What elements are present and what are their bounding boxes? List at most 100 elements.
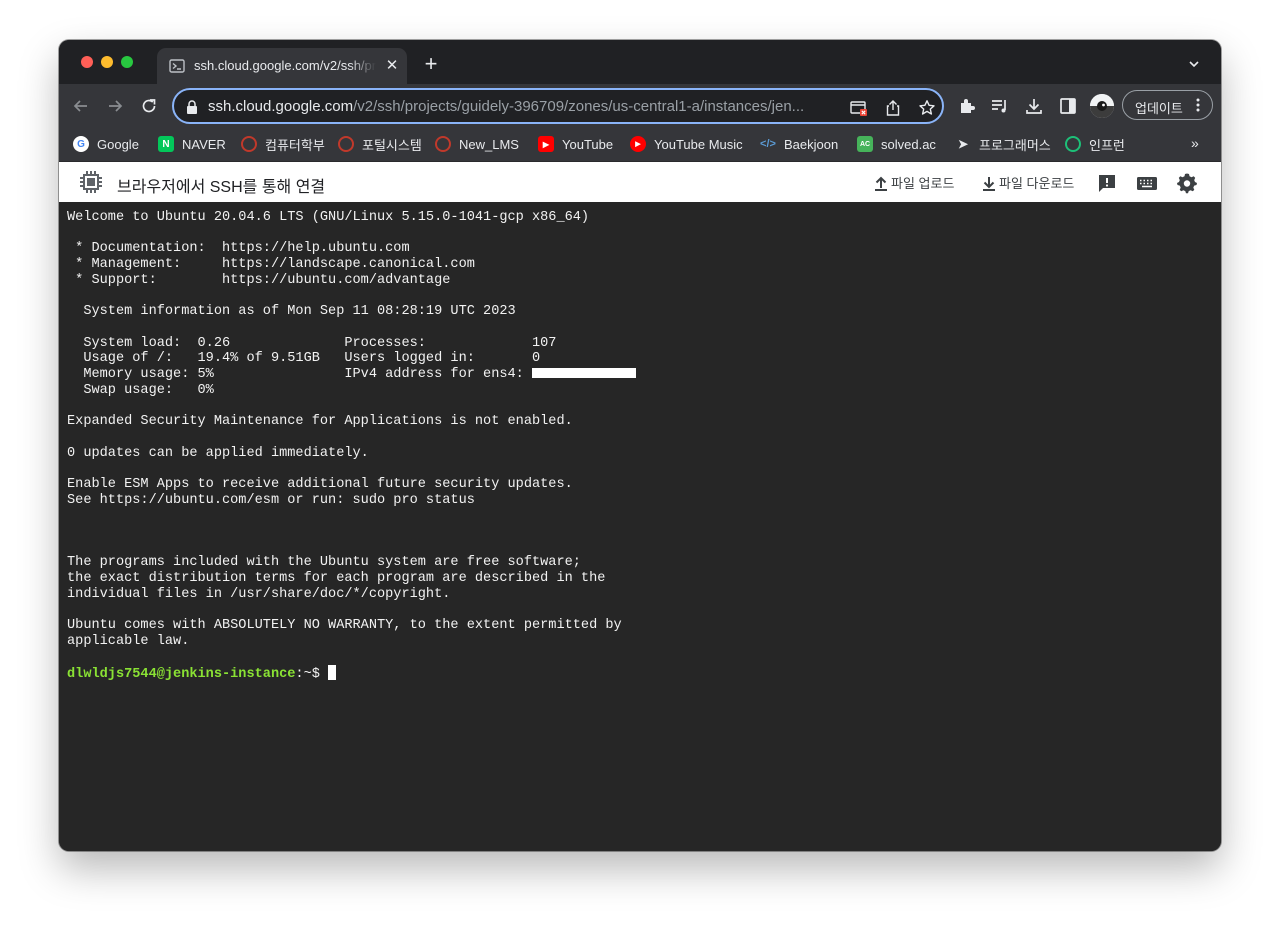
bookmark-label: YouTube: [562, 136, 614, 152]
bookmark-star-icon[interactable]: [918, 99, 936, 117]
download-file-icon: [983, 176, 995, 191]
term-line: * Support: https://ubuntu.com/advantage: [67, 272, 451, 288]
inflearn-icon: [1065, 136, 1081, 152]
term-line: Ubuntu comes with ABSOLUTELY NO WARRANTY…: [67, 618, 622, 634]
university-icon: [435, 136, 451, 152]
avatar-image-icon: [1090, 94, 1114, 118]
code-icon: </>: [760, 138, 776, 150]
terminal-favicon-icon: [169, 59, 185, 73]
term-line: Welcome to Ubuntu 20.04.6 LTS (GNU/Linux…: [67, 210, 590, 225]
terminal-panel[interactable]: Welcome to Ubuntu 20.04.6 LTS (GNU/Linux…: [59, 202, 1221, 851]
ssh-header: 브라우저에서 SSH를 통해 연결 파일 업로드 파일 다운로드: [59, 162, 1221, 202]
share-icon[interactable]: [884, 99, 902, 117]
back-icon[interactable]: [71, 96, 91, 116]
term-line: * Management: https://landscape.canonica…: [67, 257, 475, 273]
bookmark-label: 프로그래머스: [979, 137, 1051, 153]
bookmark-naver[interactable]: N NAVER: [158, 134, 226, 154]
term-line: 0 updates can be applied immediately.: [67, 445, 369, 461]
profile-avatar[interactable]: [1090, 94, 1114, 118]
youtube-icon: ▶: [538, 136, 554, 152]
bookmark-label: YouTube Music: [654, 136, 743, 152]
tab-strip: ssh.cloud.google.com/v2/ssh/projects/gui…: [59, 40, 1221, 84]
bookmark-label: 인프런: [1089, 137, 1125, 153]
bookmark-label: New_LMS: [459, 136, 519, 152]
download-label: 파일 다운로드: [999, 176, 1075, 191]
update-button[interactable]: 업데이트: [1122, 90, 1213, 120]
download-file-button[interactable]: 파일 다운로드: [982, 173, 1074, 192]
address-bar[interactable]: ssh.cloud.google.com/v2/ssh/projects/gui…: [172, 88, 944, 124]
bookmark-youtube[interactable]: ▶ YouTube: [538, 134, 613, 154]
term-line: Swap usage: 0%: [67, 382, 214, 398]
upload-file-button[interactable]: 파일 업로드: [874, 173, 954, 192]
browser-window: ssh.cloud.google.com/v2/ssh/projects/gui…: [59, 40, 1221, 851]
url-host: ssh.cloud.google.com: [208, 98, 354, 115]
new-tab-button[interactable]: +: [421, 53, 441, 75]
upload-label: 파일 업로드: [891, 176, 955, 191]
terminal-output[interactable]: Welcome to Ubuntu 20.04.6 LTS (GNU/Linux…: [67, 210, 1207, 683]
terminal-cursor[interactable]: [328, 665, 337, 681]
browser-toolbar: ssh.cloud.google.com/v2/ssh/projects/gui…: [59, 84, 1221, 128]
keyboard-icon[interactable]: [1136, 172, 1158, 194]
chevron-down-icon[interactable]: [1188, 58, 1200, 70]
term-line: System load: 0.26 Processes: 107: [67, 335, 557, 351]
term-line: See https://ubuntu.com/esm or run: sudo …: [67, 492, 475, 508]
compute-engine-icon: [80, 171, 102, 193]
bookmark-programmers[interactable]: ➤ 프로그래머스: [955, 134, 1051, 154]
bookmarks-bar: G Google N NAVER 컴퓨터학부 포털시스템 New_LMS ▶ Y…: [59, 128, 1221, 162]
term-line: * Documentation: https://help.ubuntu.com: [67, 241, 410, 257]
google-icon: G: [73, 136, 89, 152]
extensions-icon[interactable]: [957, 96, 977, 116]
term-line: Enable ESM Apps to receive additional fu…: [67, 476, 573, 492]
bookmark-solved-ac[interactable]: AC solved.ac: [857, 134, 936, 154]
term-line: Memory usage: 5% IPv4 address for ens4:: [67, 367, 532, 383]
term-line: System information as of Mon Sep 11 08:2…: [67, 304, 516, 320]
settings-gear-icon[interactable]: [1176, 172, 1198, 194]
term-line: the exact distribution terms for each pr…: [67, 571, 606, 587]
bookmark-label: NAVER: [182, 136, 226, 152]
solved-ac-icon: AC: [857, 136, 873, 152]
forward-icon[interactable]: [105, 96, 125, 116]
term-line: The programs included with the Ubuntu sy…: [67, 555, 581, 571]
redacted-ip-block: [531, 368, 636, 379]
shell-prompt-suffix: :~$: [295, 667, 329, 683]
media-queue-icon[interactable]: [990, 96, 1010, 116]
bookmark-label: 포털시스템: [362, 137, 422, 153]
bookmark-lms[interactable]: New_LMS: [435, 134, 519, 154]
url-path: /v2/ssh/projects/guidely-396709/zones/us…: [353, 98, 805, 115]
maximize-window-button[interactable]: [121, 56, 133, 68]
bookmark-label: 컴퓨터학부: [265, 137, 325, 153]
shell-prompt-user: dlwldjs7544@jenkins-instance: [67, 667, 296, 683]
naver-icon: N: [158, 136, 174, 152]
bookmark-google[interactable]: G Google: [73, 134, 139, 154]
term-line: Usage of /: 19.4% of 9.51GB Users logged…: [67, 351, 541, 367]
update-label: 업데이트: [1135, 101, 1183, 116]
bookmark-baekjoon[interactable]: </> Baekjoon: [760, 134, 838, 154]
tab-close-icon[interactable]: ✕: [384, 58, 400, 74]
reload-icon[interactable]: [139, 96, 159, 116]
bookmark-inflearn[interactable]: 인프런: [1065, 134, 1125, 154]
download-icon[interactable]: [1024, 96, 1044, 116]
url-text[interactable]: ssh.cloud.google.com/v2/ssh/projects/gui…: [208, 98, 840, 118]
bookmark-label: solved.ac: [881, 136, 936, 152]
bookmark-label: Google: [97, 136, 139, 152]
more-vert-icon[interactable]: [1195, 97, 1201, 113]
lock-icon[interactable]: [186, 100, 198, 114]
bookmarks-overflow-icon[interactable]: »: [1191, 135, 1199, 151]
minimize-window-button[interactable]: [101, 56, 113, 68]
close-window-button[interactable]: [81, 56, 93, 68]
ssh-title: 브라우저에서 SSH를 통해 연결: [117, 179, 326, 196]
side-panel-icon[interactable]: [1058, 96, 1078, 116]
youtube-music-icon: ▶: [630, 136, 646, 152]
bookmark-cse[interactable]: 컴퓨터학부: [241, 134, 325, 154]
university-icon: [241, 136, 257, 152]
bookmark-label: Baekjoon: [784, 136, 839, 152]
term-line: Expanded Security Maintenance for Applic…: [67, 414, 573, 430]
university-icon: [338, 136, 354, 152]
programmers-icon: ➤: [957, 137, 969, 151]
term-line: applicable law.: [67, 633, 190, 649]
blocked-popup-icon[interactable]: [850, 99, 868, 117]
bookmark-portal[interactable]: 포털시스템: [338, 134, 422, 154]
feedback-icon[interactable]: [1096, 172, 1118, 194]
bookmark-youtube-music[interactable]: ▶ YouTube Music: [630, 134, 743, 154]
tab-ssh[interactable]: ssh.cloud.google.com/v2/ssh/projects/gui…: [157, 48, 407, 84]
